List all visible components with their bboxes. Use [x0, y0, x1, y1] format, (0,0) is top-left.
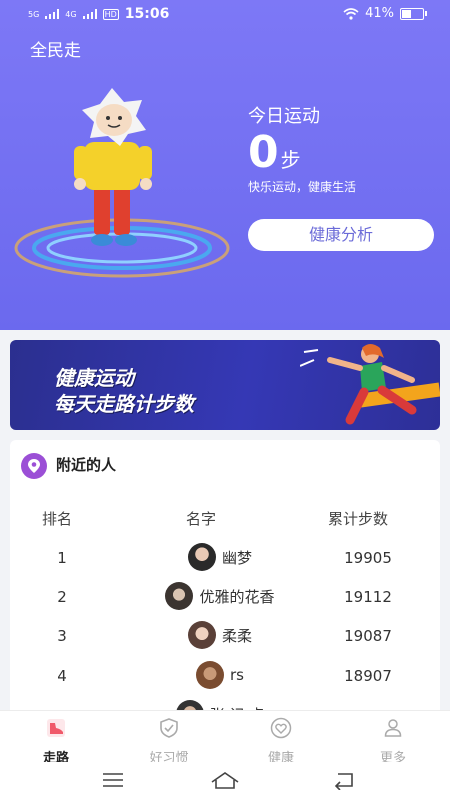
back-icon[interactable]: [332, 770, 356, 790]
rank-cell: 1: [57, 549, 67, 567]
avatar: [196, 661, 224, 689]
steps-cell: 19112: [344, 588, 392, 606]
slogan: 快乐运动，健康生活: [248, 180, 357, 194]
today-steps: 0 步: [248, 128, 301, 178]
avatar: [187, 543, 216, 571]
header-steps: 累计步数: [328, 510, 389, 528]
user-name: 幽梦: [221, 548, 252, 567]
tab-more[interactable]: 更多: [353, 715, 433, 766]
runner-illustration: [300, 344, 440, 425]
promo-banner[interactable]: 健康运动 每天走路计步数: [10, 340, 440, 430]
steps-cell: 18907: [344, 667, 392, 685]
name-cell: 幽梦: [135, 543, 305, 571]
steps-cell: 19905: [344, 549, 392, 567]
table-row[interactable]: 2 优雅的花香 19112: [10, 576, 440, 616]
battery-icon: [400, 7, 427, 20]
health-analysis-button[interactable]: 健康分析: [248, 219, 434, 251]
signal-4g: 4G: [65, 9, 77, 19]
system-nav-bar: [0, 762, 450, 800]
nearby-title: 附近的人: [56, 456, 117, 474]
avatar: [165, 582, 194, 610]
status-bar: 5G 4G HD 15:06 41%: [0, 0, 450, 30]
hero-panel: 5G 4G HD 15:06 41% 全民走 今日运动 0 步 快乐运动，健康生…: [0, 0, 450, 330]
location-pin-icon: [21, 453, 47, 479]
nearby-people-card: 附近的人 排名 名字 累计步数 1 幽梦 19905 2 优雅的花香 19112…: [10, 440, 440, 720]
header-rank: 排名: [42, 510, 73, 528]
signal-bars-icon: [45, 9, 60, 19]
step-unit: 步: [280, 148, 301, 172]
home-icon[interactable]: [210, 770, 240, 790]
battery-fill: [402, 9, 412, 18]
step-count: 0: [248, 127, 279, 178]
signal-bars-icon: [82, 9, 97, 19]
table-row[interactable]: 3 柔柔 19087: [10, 615, 440, 655]
header-name: 名字: [186, 510, 217, 528]
bottom-tab-bar: 走路 好习惯 健康 更多: [0, 710, 450, 766]
tab-health[interactable]: 健康: [241, 715, 321, 766]
mascot-illustration: [14, 88, 230, 278]
name-cell: 柔柔: [135, 621, 305, 649]
rank-cell: 2: [57, 588, 67, 606]
name-cell: 优雅的花香: [135, 582, 305, 610]
user-name: 柔柔: [221, 626, 252, 645]
rank-cell: 4: [57, 667, 67, 685]
hd-badge: HD: [102, 8, 119, 20]
today-exercise-label: 今日运动: [248, 106, 320, 127]
rank-cell: 3: [57, 627, 67, 645]
signal-5g: 5G: [28, 9, 40, 19]
menu-icon[interactable]: [102, 770, 124, 790]
wifi-icon: [343, 7, 359, 20]
tab-walk[interactable]: 走路: [16, 715, 96, 766]
person-icon: [384, 719, 402, 737]
user-name: rs: [230, 666, 244, 684]
check-badge-icon: [160, 718, 178, 738]
clock: 15:06: [124, 6, 170, 22]
banner-line-2: 每天走路计步数: [54, 392, 194, 416]
banner-line-1: 健康运动: [54, 366, 134, 390]
avatar: [187, 621, 216, 649]
app-title: 全民走: [30, 41, 81, 61]
tab-good-habits[interactable]: 好习惯: [129, 715, 209, 766]
shoe-icon: [47, 719, 65, 737]
table-row[interactable]: 4 rs 18907: [10, 655, 440, 695]
name-cell: rs: [135, 661, 305, 689]
battery-percent: 41%: [365, 6, 394, 21]
heart-icon: [270, 717, 292, 739]
steps-cell: 19087: [344, 627, 392, 645]
table-row[interactable]: 1 幽梦 19905: [10, 537, 440, 577]
user-name: 优雅的花香: [199, 587, 275, 606]
